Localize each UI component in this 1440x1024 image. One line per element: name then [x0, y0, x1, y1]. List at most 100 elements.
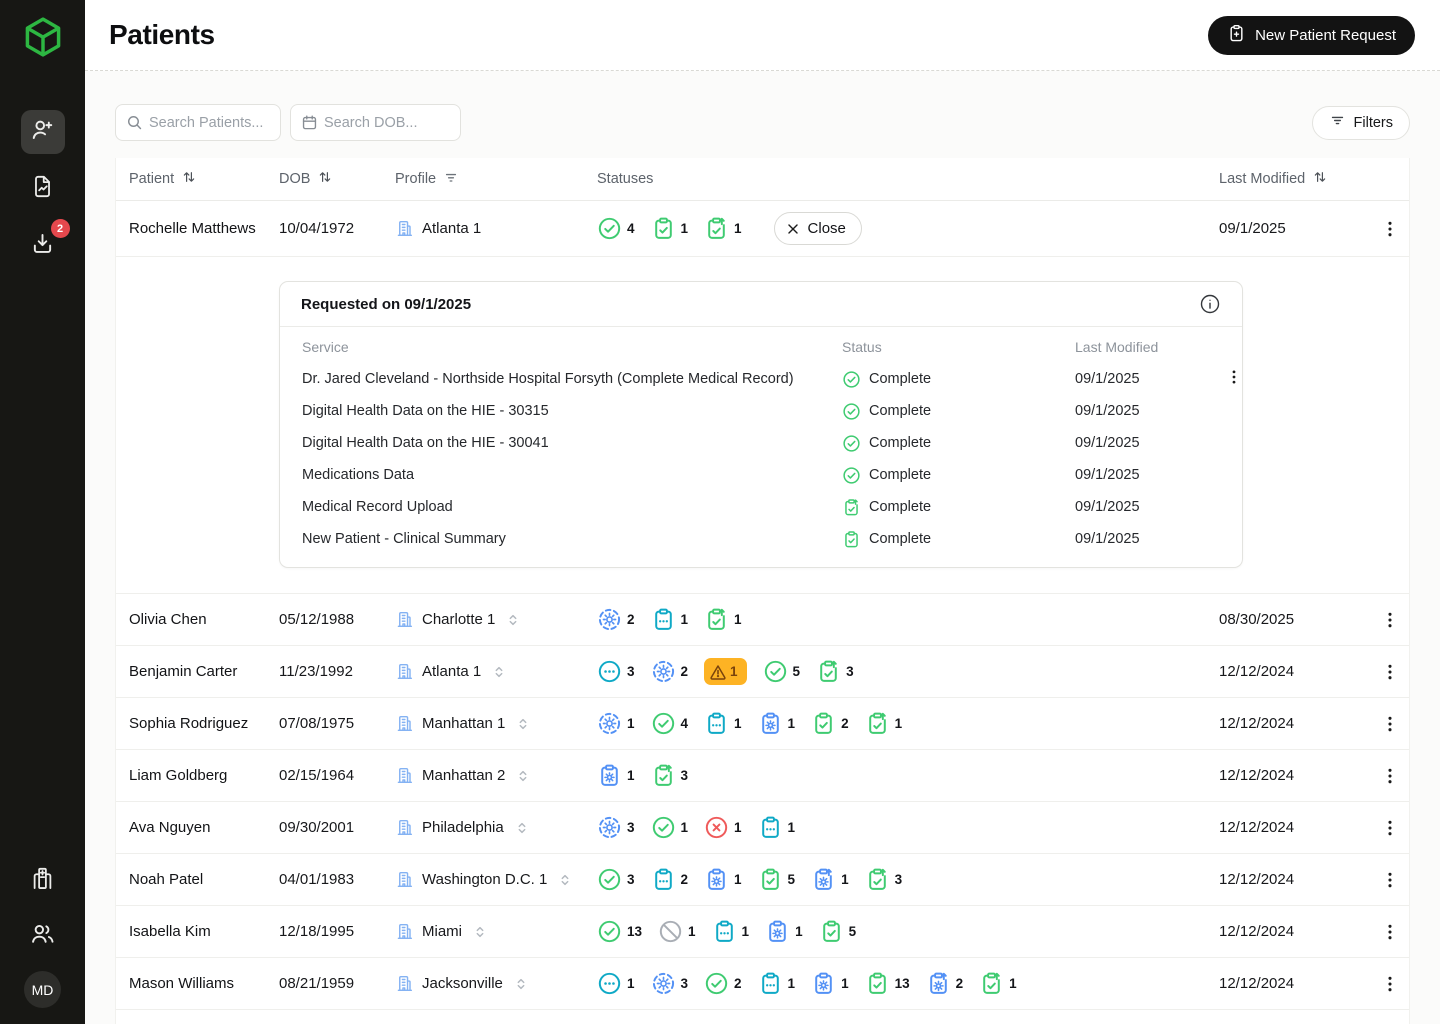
building-icon — [395, 870, 414, 889]
document-chart-icon — [29, 173, 56, 205]
sort-icon[interactable] — [1312, 169, 1328, 189]
row-menu-icon[interactable] — [1371, 974, 1409, 994]
filter-icon[interactable] — [443, 169, 459, 189]
patient-profile: Manhattan 2 — [395, 766, 597, 785]
service-row: Medical Record Upload Complete 09/1/2025 — [280, 491, 1242, 523]
status-clipboard-dots: 2 — [651, 867, 689, 892]
building-icon — [395, 766, 414, 785]
status-clipboard-upload-check: 1 — [979, 971, 1017, 996]
profile-selector-icon[interactable] — [472, 924, 488, 940]
user-plus-icon — [29, 116, 56, 148]
row-menu-icon[interactable] — [1371, 818, 1409, 838]
sidebar-item-patients[interactable] — [21, 110, 65, 154]
patient-row[interactable] — [116, 1010, 1409, 1024]
sort-icon[interactable] — [181, 169, 197, 189]
status-clipboard-gear: 1 — [811, 971, 849, 996]
status-clipboard-upload-gear: 2 — [926, 971, 964, 996]
search-dob — [290, 104, 461, 141]
building-icon — [395, 818, 414, 837]
sort-icon[interactable] — [317, 169, 333, 189]
status-clipboard-dots: 1 — [758, 971, 796, 996]
patient-dob: 07/08/1975 — [279, 715, 395, 732]
patient-profile: Jacksonville — [395, 974, 597, 993]
last-modified: 12/12/2024 — [1219, 923, 1371, 940]
patient-row[interactable]: Mason Williams 08/21/1959 Jacksonville 1… — [116, 958, 1409, 1010]
expanded-request-section: Requested on 09/1/2025 ServiceStatusLast… — [116, 257, 1409, 594]
patient-statuses: 3111 — [597, 815, 1219, 840]
status-circle-gear: 3 — [651, 971, 689, 996]
patient-row[interactable]: Isabella Kim 12/18/1995 Miami 131115 12/… — [116, 906, 1409, 958]
status-clipboard-upload-check: 1 — [704, 607, 742, 632]
profile-selector-icon[interactable] — [515, 768, 531, 784]
request-panel-title: Requested on 09/1/2025 — [301, 296, 471, 313]
user-avatar[interactable]: MD — [24, 971, 61, 1008]
new-patient-request-button[interactable]: New Patient Request — [1208, 16, 1415, 55]
profile-selector-icon[interactable] — [491, 664, 507, 680]
row-menu-icon[interactable] — [1371, 870, 1409, 890]
profile-selector-icon[interactable] — [515, 716, 531, 732]
row-menu-icon[interactable] — [1371, 219, 1409, 239]
patient-dob: 09/30/2001 — [279, 819, 395, 836]
row-menu-icon[interactable] — [1371, 610, 1409, 630]
row-menu-icon[interactable] — [1371, 766, 1409, 786]
status-clipboard-check: 2 — [811, 711, 849, 736]
brand-logo-icon — [20, 14, 66, 60]
download-count-badge: 2 — [51, 219, 70, 238]
status-circle-check: 13 — [597, 919, 642, 944]
status-circle-check: 1 — [651, 815, 689, 840]
close-expanded-button[interactable]: Close — [774, 212, 862, 245]
sidebar-item-facilities[interactable] — [23, 861, 63, 901]
sidebar-item-reports[interactable] — [21, 167, 65, 211]
patient-row[interactable]: Liam Goldberg 02/15/1964 Manhattan 2 13 … — [116, 750, 1409, 802]
service-status: Complete — [842, 402, 1075, 421]
status-clipboard-upload-check: 3 — [651, 763, 689, 788]
last-modified: 12/12/2024 — [1219, 819, 1371, 836]
service-status: Complete — [842, 530, 1075, 549]
table-header: Patient DOB Profile Statuses Last Modifi… — [116, 158, 1409, 201]
profile-selector-icon[interactable] — [513, 976, 529, 992]
patient-row[interactable]: Rochelle Matthews 10/04/1972 Atlanta 1 4… — [116, 201, 1409, 257]
request-panel: Requested on 09/1/2025 ServiceStatusLast… — [279, 281, 1243, 568]
service-row: Digital Health Data on the HIE - 30315 C… — [280, 395, 1242, 427]
patient-row[interactable]: Ava Nguyen 09/30/2001 Philadelphia 3111 … — [116, 802, 1409, 854]
sidebar: 2 MD — [0, 0, 85, 1024]
filters-button[interactable]: Filters — [1312, 106, 1410, 140]
service-row: Digital Health Data on the HIE - 30041 C… — [280, 427, 1242, 459]
building-icon — [395, 219, 414, 238]
patient-statuses: 411Close — [597, 212, 1219, 245]
service-table-header: ServiceStatusLast Modified — [280, 331, 1242, 363]
last-modified: 08/30/2025 — [1219, 611, 1371, 628]
row-menu-icon[interactable] — [1371, 714, 1409, 734]
column-profile: Profile — [395, 169, 597, 189]
patient-row[interactable]: Olivia Chen 05/12/1988 Charlotte 1 211 0… — [116, 594, 1409, 646]
status-clipboard-upload-check: 1 — [865, 711, 903, 736]
patient-profile: Manhattan 1 — [395, 714, 597, 733]
top-bar: Patients New Patient Request — [85, 0, 1440, 71]
column-patient: Patient — [129, 169, 279, 189]
profile-selector-icon[interactable] — [557, 872, 573, 888]
patient-statuses: 132111321 — [597, 971, 1219, 996]
status-clipboard-upload-check: 3 — [865, 867, 903, 892]
service-status: Complete — [842, 466, 1075, 485]
patient-row[interactable]: Noah Patel 04/01/1983 Washington D.C. 1 … — [116, 854, 1409, 906]
sidebar-item-downloads[interactable]: 2 — [21, 224, 65, 268]
row-menu-icon[interactable] — [1371, 662, 1409, 682]
patient-row[interactable]: Benjamin Carter 11/23/1992 Atlanta 1 321… — [116, 646, 1409, 698]
status-circle-x: 1 — [704, 815, 742, 840]
patient-row[interactable]: Sophia Rodriguez 07/08/1975 Manhattan 1 … — [116, 698, 1409, 750]
sidebar-item-team[interactable] — [23, 916, 63, 956]
info-icon[interactable] — [1199, 293, 1221, 315]
row-menu-icon[interactable] — [1225, 368, 1243, 390]
content: Filters Patient DOB Profile Statuses Las… — [85, 71, 1440, 1024]
status-clipboard-dots: 1 — [712, 919, 750, 944]
profile-selector-icon[interactable] — [505, 612, 521, 628]
status-circle-gear: 1 — [597, 711, 635, 736]
patient-name: Mason Williams — [129, 975, 279, 992]
row-menu-icon[interactable] — [1371, 922, 1409, 942]
status-circle-check: 2 — [704, 971, 742, 996]
profile-selector-icon[interactable] — [514, 820, 530, 836]
page-title: Patients — [109, 19, 215, 51]
users-icon — [29, 920, 56, 952]
service-row: Dr. Jared Cleveland - Northside Hospital… — [280, 363, 1242, 395]
building-icon — [395, 714, 414, 733]
